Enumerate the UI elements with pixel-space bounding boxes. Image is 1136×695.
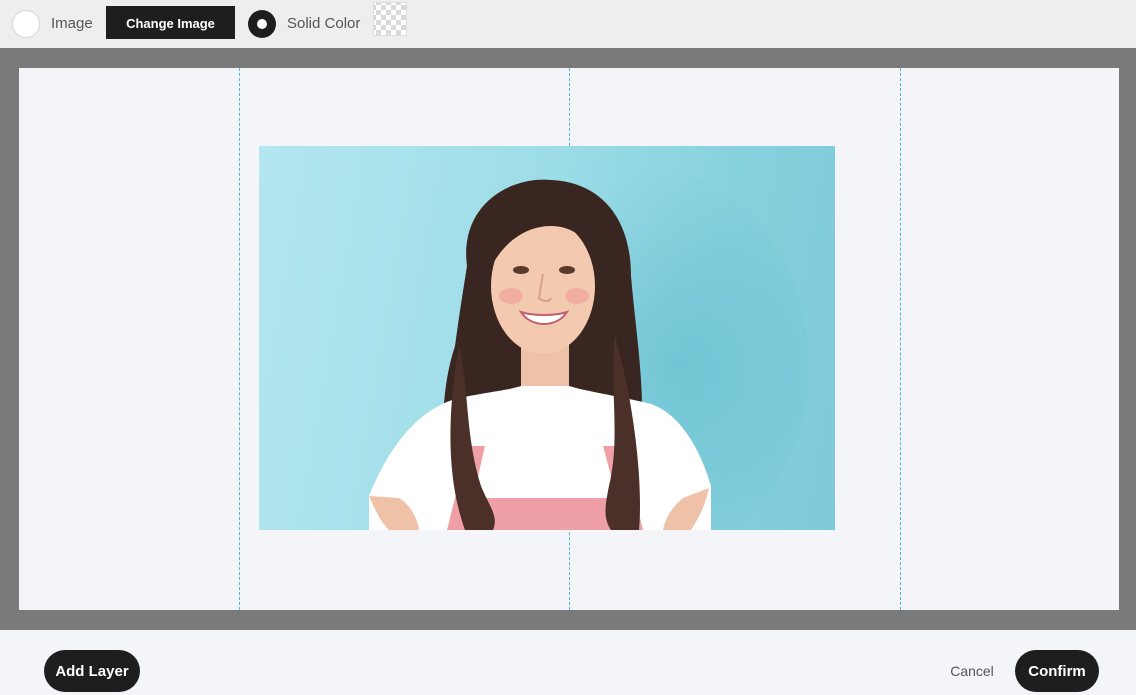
portrait-photo-icon [369, 166, 809, 530]
solid-color-radio-label[interactable]: Solid Color [287, 15, 360, 33]
add-layer-button[interactable]: Add Layer [44, 650, 140, 692]
color-swatch-transparent-icon[interactable] [373, 2, 407, 36]
cancel-button[interactable]: Cancel [940, 662, 1004, 680]
guide-line-left [239, 68, 240, 610]
confirm-button[interactable]: Confirm [1015, 650, 1099, 692]
guide-line-right [900, 68, 901, 610]
radio-selected-dot [257, 19, 267, 29]
change-image-button[interactable]: Change Image [106, 6, 235, 39]
image-radio[interactable] [12, 10, 40, 38]
portrait-photo-layer[interactable] [259, 146, 835, 530]
background-toolbar: Image Change Image Solid Color [0, 0, 1136, 48]
solid-color-radio[interactable] [248, 10, 276, 38]
image-radio-label[interactable]: Image [51, 15, 93, 33]
footer-bar: Add Layer Cancel Confirm [0, 630, 1136, 695]
canvas-frame [0, 48, 1136, 630]
design-canvas[interactable] [19, 68, 1119, 610]
